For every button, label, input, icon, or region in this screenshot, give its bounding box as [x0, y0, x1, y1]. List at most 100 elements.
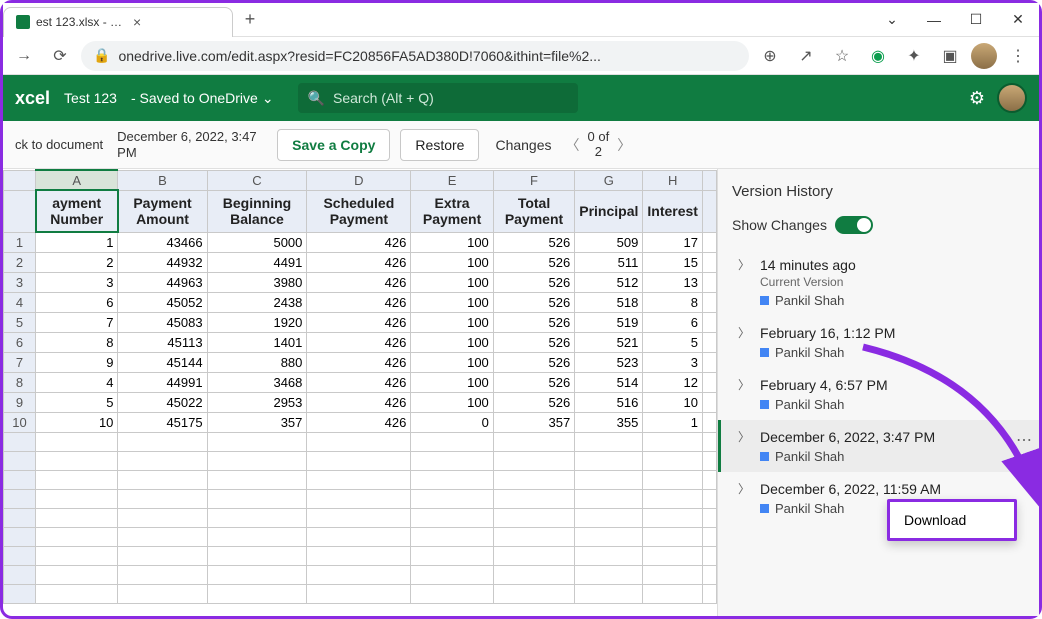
table-header-cell[interactable]: Principal	[575, 190, 643, 232]
cell[interactable]: 43466	[118, 232, 207, 252]
cell[interactable]	[493, 508, 574, 527]
restore-button[interactable]: Restore	[400, 129, 479, 161]
cell[interactable]	[36, 432, 118, 451]
cell[interactable]	[411, 565, 493, 584]
cell[interactable]: 100	[411, 252, 493, 272]
cell[interactable]: 521	[575, 332, 643, 352]
cell[interactable]	[493, 584, 574, 603]
cell[interactable]	[36, 584, 118, 603]
cell[interactable]	[36, 451, 118, 470]
cell[interactable]	[36, 508, 118, 527]
cell[interactable]	[643, 565, 703, 584]
cell[interactable]: 45144	[118, 352, 207, 372]
cell[interactable]: 880	[207, 352, 307, 372]
row-header[interactable]: 4	[4, 292, 36, 312]
cell[interactable]: 3	[36, 272, 118, 292]
share-icon[interactable]: ↗	[791, 41, 821, 71]
row-header[interactable]: 6	[4, 332, 36, 352]
cell[interactable]: 357	[207, 412, 307, 432]
cell[interactable]: 512	[575, 272, 643, 292]
cell[interactable]	[307, 489, 411, 508]
cell[interactable]: 100	[411, 232, 493, 252]
cell[interactable]	[643, 470, 703, 489]
cell[interactable]: 100	[411, 352, 493, 372]
close-tab-icon[interactable]: ×	[133, 14, 222, 30]
url-input[interactable]: 🔒 onedrive.live.com/edit.aspx?resid=FC20…	[81, 41, 749, 71]
cell[interactable]: 45083	[118, 312, 207, 332]
row-header[interactable]: 2	[4, 252, 36, 272]
cell[interactable]: 45022	[118, 392, 207, 412]
cell[interactable]	[307, 546, 411, 565]
cell[interactable]	[643, 527, 703, 546]
cell[interactable]	[493, 546, 574, 565]
cell[interactable]	[36, 565, 118, 584]
chevron-down-icon[interactable]: ⌄	[871, 5, 913, 35]
forward-icon[interactable]: →	[9, 41, 39, 71]
cell[interactable]	[207, 527, 307, 546]
cell[interactable]	[643, 489, 703, 508]
document-name[interactable]: Test 123	[64, 90, 117, 106]
cell[interactable]	[307, 565, 411, 584]
cell[interactable]: 0	[411, 412, 493, 432]
table-header-cell[interactable]: Scheduled Payment	[307, 190, 411, 232]
cell[interactable]	[118, 451, 207, 470]
search-input[interactable]: 🔍 Search (Alt + Q)	[298, 83, 578, 113]
table-header-cell[interactable]: Interest	[643, 190, 703, 232]
cell[interactable]: 100	[411, 392, 493, 412]
cell[interactable]	[307, 451, 411, 470]
cell[interactable]: 17	[643, 232, 703, 252]
row-header[interactable]: 1	[4, 232, 36, 252]
cell[interactable]: 526	[493, 252, 574, 272]
cell[interactable]: 511	[575, 252, 643, 272]
column-header[interactable]: H	[643, 170, 703, 190]
cell[interactable]	[411, 508, 493, 527]
cell[interactable]: 100	[411, 272, 493, 292]
row-header[interactable]: 10	[4, 412, 36, 432]
cell[interactable]: 5	[643, 332, 703, 352]
version-item[interactable]: 〉February 16, 1:12 PMPankil Shah	[732, 316, 1025, 368]
cell[interactable]: 526	[493, 392, 574, 412]
cell[interactable]	[307, 527, 411, 546]
cell[interactable]: 3	[643, 352, 703, 372]
column-header[interactable]: B	[118, 170, 207, 190]
cell[interactable]: 3980	[207, 272, 307, 292]
cell[interactable]: 519	[575, 312, 643, 332]
cell[interactable]	[575, 527, 643, 546]
cell[interactable]: 357	[493, 412, 574, 432]
cell[interactable]: 6	[36, 292, 118, 312]
cell[interactable]: 1401	[207, 332, 307, 352]
close-icon[interactable]: ✕	[997, 5, 1039, 35]
column-header[interactable]: E	[411, 170, 493, 190]
new-tab-button[interactable]: +	[237, 7, 263, 33]
cell[interactable]	[411, 489, 493, 508]
spreadsheet[interactable]: ABCDEFGHayment NumberPayment AmountBegin…	[3, 169, 717, 616]
cell[interactable]: 45052	[118, 292, 207, 312]
row-header[interactable]: 9	[4, 392, 36, 412]
cell[interactable]	[575, 546, 643, 565]
user-avatar[interactable]	[997, 83, 1027, 113]
cell[interactable]	[307, 432, 411, 451]
cell[interactable]: 45113	[118, 332, 207, 352]
cell[interactable]	[575, 584, 643, 603]
reader-icon[interactable]: ▣	[935, 41, 965, 71]
cell[interactable]: 426	[307, 292, 411, 312]
cell[interactable]: 100	[411, 372, 493, 392]
cell[interactable]: 13	[643, 272, 703, 292]
cell[interactable]: 2953	[207, 392, 307, 412]
table-header-cell[interactable]: ayment Number	[36, 190, 118, 232]
cell[interactable]	[493, 432, 574, 451]
cell[interactable]: 100	[411, 312, 493, 332]
cell[interactable]	[411, 546, 493, 565]
cell[interactable]: 426	[307, 372, 411, 392]
cell[interactable]	[643, 508, 703, 527]
cell[interactable]	[307, 508, 411, 527]
cell[interactable]	[207, 565, 307, 584]
cell[interactable]: 526	[493, 352, 574, 372]
cell[interactable]	[118, 508, 207, 527]
cell[interactable]: 426	[307, 272, 411, 292]
cell[interactable]	[493, 470, 574, 489]
cell[interactable]	[643, 546, 703, 565]
cell[interactable]: 4491	[207, 252, 307, 272]
table-header-cell[interactable]: Total Payment	[493, 190, 574, 232]
gear-icon[interactable]: ⚙	[969, 88, 985, 109]
